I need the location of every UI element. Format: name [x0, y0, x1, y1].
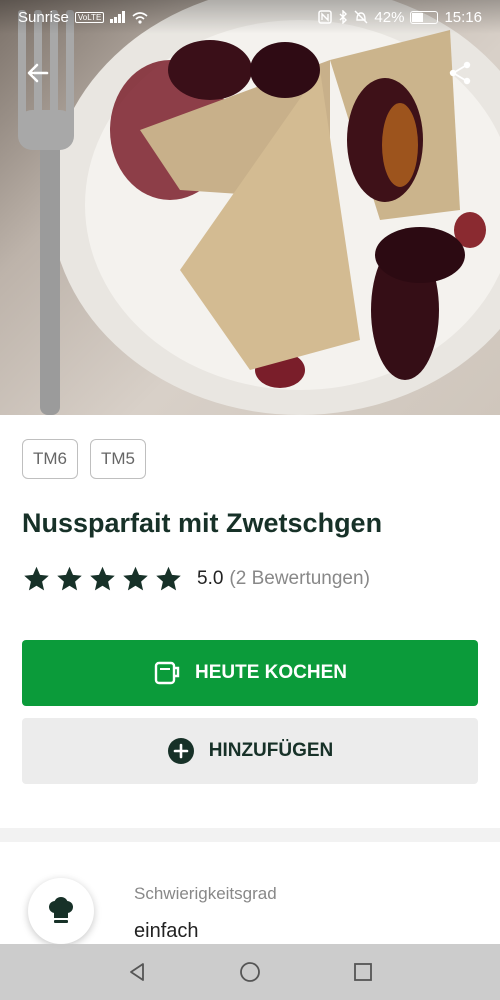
thermomix-icon: [154, 661, 180, 685]
recipe-card: TM6 TM5 Nussparfait mit Zwetschgen 5.0 (…: [0, 415, 500, 828]
rating[interactable]: 5.0 (2 Bewertungen): [22, 565, 370, 593]
chef-hat-button[interactable]: [28, 878, 94, 944]
difficulty-label: Schwierigkeitsgrad: [134, 884, 277, 903]
signal-icon: [110, 11, 126, 23]
arrow-left-icon: [27, 63, 49, 83]
add-button[interactable]: HINZUFÜGEN: [22, 718, 478, 784]
status-bar: Sunrise VoLTE 42% 15:16: [0, 0, 500, 34]
rating-count: (2 Bewertungen): [229, 568, 370, 589]
rating-value: 5.0: [197, 568, 224, 589]
star-rating: [22, 565, 183, 593]
star-icon: [90, 566, 115, 591]
dessert-photo: [18, 0, 500, 415]
mute-icon: [354, 10, 368, 24]
share-button[interactable]: [442, 55, 478, 91]
star-icon: [156, 566, 181, 591]
recipe-title: Nussparfait mit Zwetschgen: [22, 508, 383, 538]
star-icon: [57, 566, 82, 591]
star-icon: [123, 566, 148, 591]
device-tags: TM6 TM5: [22, 439, 146, 479]
chef-hat-icon: [49, 897, 73, 923]
nav-home-icon[interactable]: [239, 961, 261, 983]
recipe-hero-image: [0, 0, 500, 415]
bluetooth-icon: [339, 10, 348, 24]
system-navigation-bar: [0, 944, 500, 1000]
star-icon: [24, 566, 49, 591]
battery-icon: [410, 10, 439, 24]
cook-today-label: HEUTE KOCHEN: [194, 662, 347, 683]
nav-recents-icon[interactable]: [352, 961, 374, 983]
nfc-icon: [318, 10, 333, 24]
tag-tm5: TM5: [90, 439, 146, 479]
volte-badge: VoLTE: [74, 11, 105, 23]
plus-circle-icon: [167, 738, 194, 764]
difficulty-value: einfach: [134, 920, 199, 942]
battery-percent: 42%: [374, 8, 405, 26]
tag-tm6: TM6: [22, 439, 78, 479]
carrier-name: Sunrise: [18, 8, 69, 26]
share-icon: [449, 61, 471, 85]
wifi-icon: [132, 11, 148, 24]
clock: 15:16: [444, 8, 482, 26]
nav-back-icon[interactable]: [126, 961, 148, 983]
back-button[interactable]: [20, 55, 56, 91]
add-label: HINZUFÜGEN: [208, 740, 334, 761]
cook-today-button[interactable]: HEUTE KOCHEN: [22, 640, 478, 706]
